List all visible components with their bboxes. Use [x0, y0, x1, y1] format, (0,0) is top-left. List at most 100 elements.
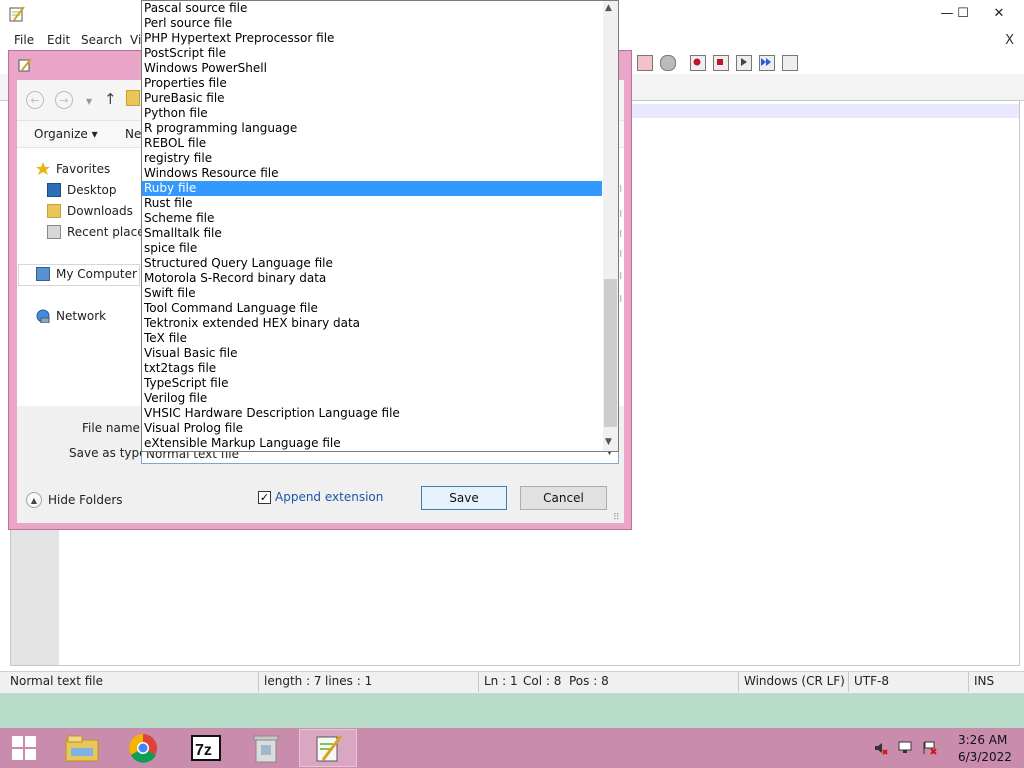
cancel-button[interactable]: Cancel: [520, 486, 607, 510]
dropdown-option[interactable]: PostScript file: [142, 46, 602, 61]
dropdown-option[interactable]: registry file: [142, 151, 602, 166]
dropdown-option[interactable]: Rust file: [142, 196, 602, 211]
close-document-button[interactable]: X: [1005, 33, 1014, 48]
up-arrow-icon[interactable]: ↑: [104, 90, 117, 108]
append-extension-label[interactable]: Append extension: [275, 490, 383, 504]
dropdown-option[interactable]: TypeScript file: [142, 376, 602, 391]
dropdown-option[interactable]: Swift file: [142, 286, 602, 301]
append-extension-checkbox[interactable]: ✓ Append extension: [258, 490, 383, 504]
dropdown-option[interactable]: Motorola S-Record binary data: [142, 271, 602, 286]
svg-text:7z: 7z: [195, 742, 212, 759]
status-file-type: Normal text file: [10, 674, 104, 688]
scroll-down-arrow-icon[interactable]: ▼: [605, 437, 612, 447]
windows-start-icon[interactable]: [0, 728, 48, 768]
stop-macro-icon[interactable]: [713, 55, 729, 71]
dropdown-option[interactable]: Perl source file: [142, 16, 602, 31]
7-zip-icon[interactable]: 7z: [177, 729, 235, 767]
scroll-up-arrow-icon[interactable]: ▲: [605, 3, 612, 13]
status-pos: Pos : 8: [569, 674, 609, 688]
dropdown-option[interactable]: REBOL file: [142, 136, 602, 151]
dropdown-option[interactable]: Tool Command Language file: [142, 301, 602, 316]
resize-grip-icon[interactable]: ⠿: [613, 513, 620, 523]
tree-item-label: Network: [56, 309, 107, 323]
dropdown-option[interactable]: spice file: [142, 241, 602, 256]
tree-item-label: Favorites: [56, 162, 111, 176]
toolbar-icon[interactable]: [637, 55, 653, 71]
dropdown-option[interactable]: eXtensible Markup Language file: [142, 436, 602, 451]
dropdown-option[interactable]: Tektronix extended HEX binary data: [142, 316, 602, 331]
new-folder-button[interactable]: Ne: [125, 127, 141, 141]
folder-icon: [126, 90, 140, 106]
dropdown-option[interactable]: Python file: [142, 106, 602, 121]
menu-view[interactable]: Vi: [130, 33, 141, 47]
chevron-up-icon: ▲: [26, 492, 42, 508]
checkbox-check-icon[interactable]: ✓: [258, 490, 271, 504]
menu-edit[interactable]: Edit: [47, 33, 70, 47]
recycle-bin-icon[interactable]: [237, 729, 295, 767]
save-button[interactable]: Save: [421, 486, 507, 510]
dropdown-option[interactable]: Properties file: [142, 76, 602, 91]
tree-item-label: Desktop: [67, 183, 117, 197]
tree-item-downloads[interactable]: Downloads: [47, 204, 133, 218]
status-encoding: UTF-8: [854, 674, 889, 688]
dropdown-option[interactable]: Smalltalk file: [142, 226, 602, 241]
status-eol: Windows (CR LF): [744, 674, 845, 688]
toolbar-icon[interactable]: [660, 55, 676, 71]
dropdown-option[interactable]: Pascal source file: [142, 1, 602, 16]
dropdown-option[interactable]: Visual Prolog file: [142, 421, 602, 436]
hide-folders-label: Hide Folders: [48, 493, 123, 507]
dropdown-option[interactable]: Ruby file: [142, 181, 602, 196]
status-length: length : 7: [264, 674, 322, 688]
dropdown-option[interactable]: Visual Basic file: [142, 346, 602, 361]
speaker-muted-icon[interactable]: [874, 741, 888, 755]
notepad-app-icon[interactable]: [8, 5, 26, 23]
chrome-icon[interactable]: [114, 729, 172, 767]
dropdown-option[interactable]: R programming language: [142, 121, 602, 136]
dropdown-option[interactable]: Windows PowerShell: [142, 61, 602, 76]
tree-item-network[interactable]: Network: [36, 309, 107, 324]
dropdown-option[interactable]: Verilog file: [142, 391, 602, 406]
recent-places-icon: [47, 225, 61, 239]
tree-item-label: My Computer: [56, 267, 137, 281]
dropdown-option[interactable]: TeX file: [142, 331, 602, 346]
file-explorer-icon[interactable]: [53, 729, 111, 767]
close-window-button[interactable]: ✕: [976, 0, 1022, 26]
clock-date[interactable]: 6/3/2022: [958, 750, 1012, 764]
dropdown-option[interactable]: PHP Hypertext Preprocessor file: [142, 31, 602, 46]
desktop-icon: [47, 183, 61, 197]
downloads-folder-icon: [47, 204, 61, 218]
tree-item-desktop[interactable]: Desktop: [47, 183, 117, 197]
dropdown-option[interactable]: PureBasic file: [142, 91, 602, 106]
network-tray-icon[interactable]: [898, 741, 912, 755]
status-lines: lines : 1: [325, 674, 373, 688]
dropdown-option[interactable]: VHSIC Hardware Description Language file: [142, 406, 602, 421]
save-as-type-label: Save as type:: [69, 446, 151, 460]
play-macro-icon[interactable]: [736, 55, 752, 71]
organize-menu-button[interactable]: Organize ▾: [34, 127, 98, 141]
run-macro-multiple-icon[interactable]: [759, 55, 775, 71]
dropdown-option[interactable]: Structured Query Language file: [142, 256, 602, 271]
notepad-plus-plus-taskbar-icon[interactable]: [299, 729, 357, 767]
dropdown-scrollbar-thumb[interactable]: [604, 279, 617, 427]
dropdown-option[interactable]: Windows Resource file: [142, 166, 602, 181]
forward-arrow-icon[interactable]: →: [55, 91, 73, 109]
network-icon: [36, 309, 50, 324]
record-macro-icon[interactable]: [690, 55, 706, 71]
computer-icon: [36, 267, 50, 281]
tree-item-my-computer[interactable]: My Computer: [36, 267, 137, 281]
menu-file[interactable]: File: [14, 33, 34, 47]
dropdown-option[interactable]: txt2tags file: [142, 361, 602, 376]
menu-search[interactable]: Search: [81, 33, 122, 47]
status-col: Col : 8: [523, 674, 562, 688]
dropdown-option[interactable]: Scheme file: [142, 211, 602, 226]
tree-item-favorites[interactable]: Favorites: [36, 162, 110, 176]
recent-locations-chevron-icon[interactable]: ▼: [86, 97, 92, 106]
back-arrow-icon[interactable]: ←: [26, 91, 44, 109]
star-icon: [36, 162, 50, 176]
save-macro-icon[interactable]: [782, 55, 798, 71]
clock-time[interactable]: 3:26 AM: [958, 733, 1007, 747]
hide-folders-button[interactable]: ▲ Hide Folders: [26, 492, 123, 508]
action-center-flag-icon[interactable]: [922, 741, 937, 755]
tree-item-label: Downloads: [67, 204, 133, 218]
tree-item-recent-places[interactable]: Recent places: [47, 225, 151, 239]
